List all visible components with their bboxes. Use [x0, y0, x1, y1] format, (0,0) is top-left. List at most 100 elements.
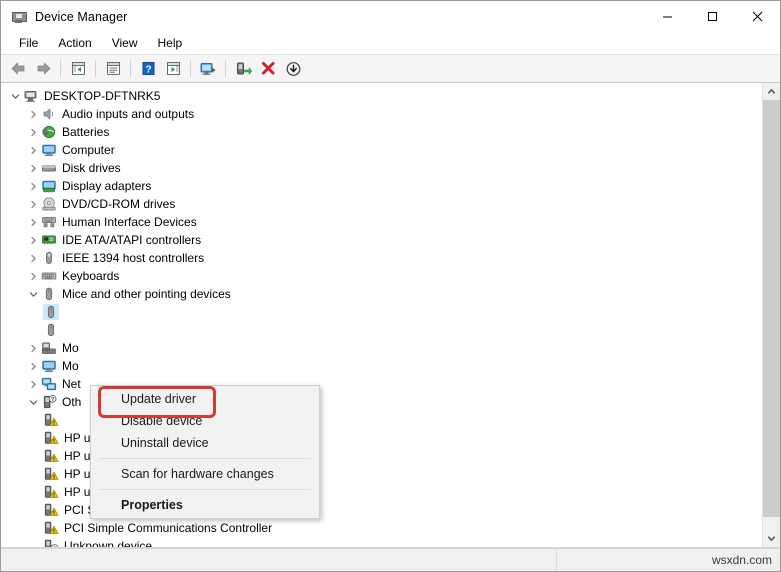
device-tree-panel: DESKTOP-DFTNRK5 Audio inputs and outputs — [1, 83, 780, 548]
tree-item-ide-controllers[interactable]: IDE ATA/ATAPI controllers — [1, 231, 762, 249]
chevron-right-icon[interactable] — [25, 358, 41, 374]
chevron-right-icon[interactable] — [25, 340, 41, 356]
chevron-right-icon[interactable] — [25, 124, 41, 140]
computer-icon — [23, 88, 39, 104]
tree-item-modems[interactable]: Mo — [1, 339, 762, 357]
chevron-right-icon[interactable] — [25, 232, 41, 248]
menu-bar: File Action View Help — [1, 32, 780, 55]
device-manager-icon — [11, 9, 27, 25]
tree-item-label: IDE ATA/ATAPI controllers — [62, 233, 202, 247]
context-menu-item-update-driver[interactable]: Update driver — [91, 388, 319, 410]
uninstall-device-icon[interactable] — [256, 58, 280, 80]
scroll-thumb[interactable] — [763, 100, 780, 518]
tree-item-hid[interactable]: Human Interface Devices — [1, 213, 762, 231]
menu-action[interactable]: Action — [48, 33, 101, 53]
warning-device-icon — [43, 412, 59, 428]
chevron-right-icon[interactable] — [25, 106, 41, 122]
ieee1394-icon — [41, 250, 57, 266]
chevron-right-icon[interactable] — [25, 250, 41, 266]
scroll-down-button[interactable] — [763, 530, 780, 547]
disk-drive-icon — [41, 160, 57, 176]
chevron-right-icon[interactable] — [25, 142, 41, 158]
vertical-scrollbar[interactable] — [762, 83, 780, 547]
show-hide-console-tree-icon[interactable] — [66, 58, 90, 80]
other-device-icon: ? — [41, 394, 57, 410]
optical-drive-icon — [41, 196, 57, 212]
context-menu-item-properties[interactable]: Properties — [91, 494, 319, 516]
chevron-right-icon[interactable] — [25, 196, 41, 212]
tree-item-mouse-device-1[interactable] — [1, 303, 762, 321]
forward-icon[interactable] — [31, 58, 55, 80]
watermark-text: wsxdn.com — [711, 553, 772, 567]
properties-icon[interactable] — [101, 58, 125, 80]
update-driver-icon[interactable] — [231, 58, 255, 80]
tree-item-monitors[interactable]: Mo — [1, 357, 762, 375]
svg-text:?: ? — [53, 546, 56, 547]
svg-text:?: ? — [145, 64, 151, 75]
tree-root-item[interactable]: DESKTOP-DFTNRK5 — [1, 87, 762, 105]
tree-item-pci-simple-comm[interactable]: PCI Simple Communications Controller — [1, 519, 762, 537]
tree-item-label: PCI Simple Communications Controller — [64, 521, 273, 535]
menu-view[interactable]: View — [102, 33, 148, 53]
tree-item-batteries[interactable]: Batteries — [1, 123, 762, 141]
tree-item-label: Computer — [62, 143, 115, 157]
tree-item-mice[interactable]: Mice and other pointing devices — [1, 285, 762, 303]
context-menu-item-disable-device[interactable]: Disable device — [91, 410, 319, 432]
chevron-right-icon[interactable] — [25, 268, 41, 284]
tree-item-unknown-device[interactable]: ? Unknown device — [1, 537, 762, 547]
tree-item-label: Display adapters — [62, 179, 152, 193]
mouse-device-icon — [43, 322, 59, 338]
scan-for-hardware-changes-icon[interactable] — [196, 58, 220, 80]
minimize-icon[interactable] — [645, 1, 690, 32]
toolbar: ? — [1, 55, 780, 83]
title-bar: Device Manager — [1, 1, 780, 32]
show-hide-action-pane-icon[interactable] — [161, 58, 185, 80]
tree-item-label: DVD/CD-ROM drives — [62, 197, 176, 211]
tree-item-label: Unknown device — [64, 539, 153, 547]
chevron-down-icon[interactable] — [7, 88, 23, 104]
chevron-right-icon[interactable] — [25, 214, 41, 230]
toolbar-separator — [190, 60, 191, 77]
help-icon[interactable]: ? — [136, 58, 160, 80]
warning-device-icon — [43, 466, 59, 482]
maximize-icon[interactable] — [690, 1, 735, 32]
keyboard-icon — [41, 268, 57, 284]
tree-item-mouse-device-2[interactable] — [1, 321, 762, 339]
context-menu-item-scan-for-hardware-changes[interactable]: Scan for hardware changes — [91, 463, 319, 485]
warning-device-icon — [43, 484, 59, 500]
window-controls — [645, 1, 780, 32]
monitor-icon — [41, 358, 57, 374]
display-adapter-icon — [41, 178, 57, 194]
svg-text:?: ? — [51, 397, 54, 403]
tree-item-keyboards[interactable]: Keyboards — [1, 267, 762, 285]
device-tree[interactable]: DESKTOP-DFTNRK5 Audio inputs and outputs — [1, 83, 762, 547]
tree-item-label: Batteries — [62, 125, 110, 139]
tree-item-computer[interactable]: Computer — [1, 141, 762, 159]
chevron-right-icon[interactable] — [25, 376, 41, 392]
tree-item-disk-drives[interactable]: Disk drives — [1, 159, 762, 177]
chevron-down-icon[interactable] — [25, 394, 41, 410]
tree-item-dvd-drives[interactable]: DVD/CD-ROM drives — [1, 195, 762, 213]
disable-device-icon[interactable] — [281, 58, 305, 80]
back-icon[interactable] — [6, 58, 30, 80]
scroll-track[interactable] — [763, 100, 780, 530]
chevron-right-icon[interactable] — [25, 178, 41, 194]
chevron-right-icon[interactable] — [25, 160, 41, 176]
menu-help[interactable]: Help — [148, 33, 193, 53]
scroll-up-button[interactable] — [763, 83, 780, 100]
tree-item-label: Keyboards — [62, 269, 120, 283]
tree-item-label: Mice and other pointing devices — [62, 287, 231, 301]
context-menu: Update driver Disable device Uninstall d… — [90, 385, 320, 519]
tree-item-label: Net — [62, 377, 81, 391]
toolbar-separator — [60, 60, 61, 77]
tree-item-ieee1394[interactable]: IEEE 1394 host controllers — [1, 249, 762, 267]
tree-item-audio[interactable]: Audio inputs and outputs — [1, 105, 762, 123]
close-icon[interactable] — [735, 1, 780, 32]
toolbar-separator — [225, 60, 226, 77]
context-menu-item-uninstall-device[interactable]: Uninstall device — [91, 432, 319, 454]
chevron-down-icon[interactable] — [25, 286, 41, 302]
tree-item-label: Audio inputs and outputs — [62, 107, 195, 121]
tree-item-display-adapters[interactable]: Display adapters — [1, 177, 762, 195]
menu-file[interactable]: File — [9, 33, 48, 53]
modem-icon — [41, 340, 57, 356]
